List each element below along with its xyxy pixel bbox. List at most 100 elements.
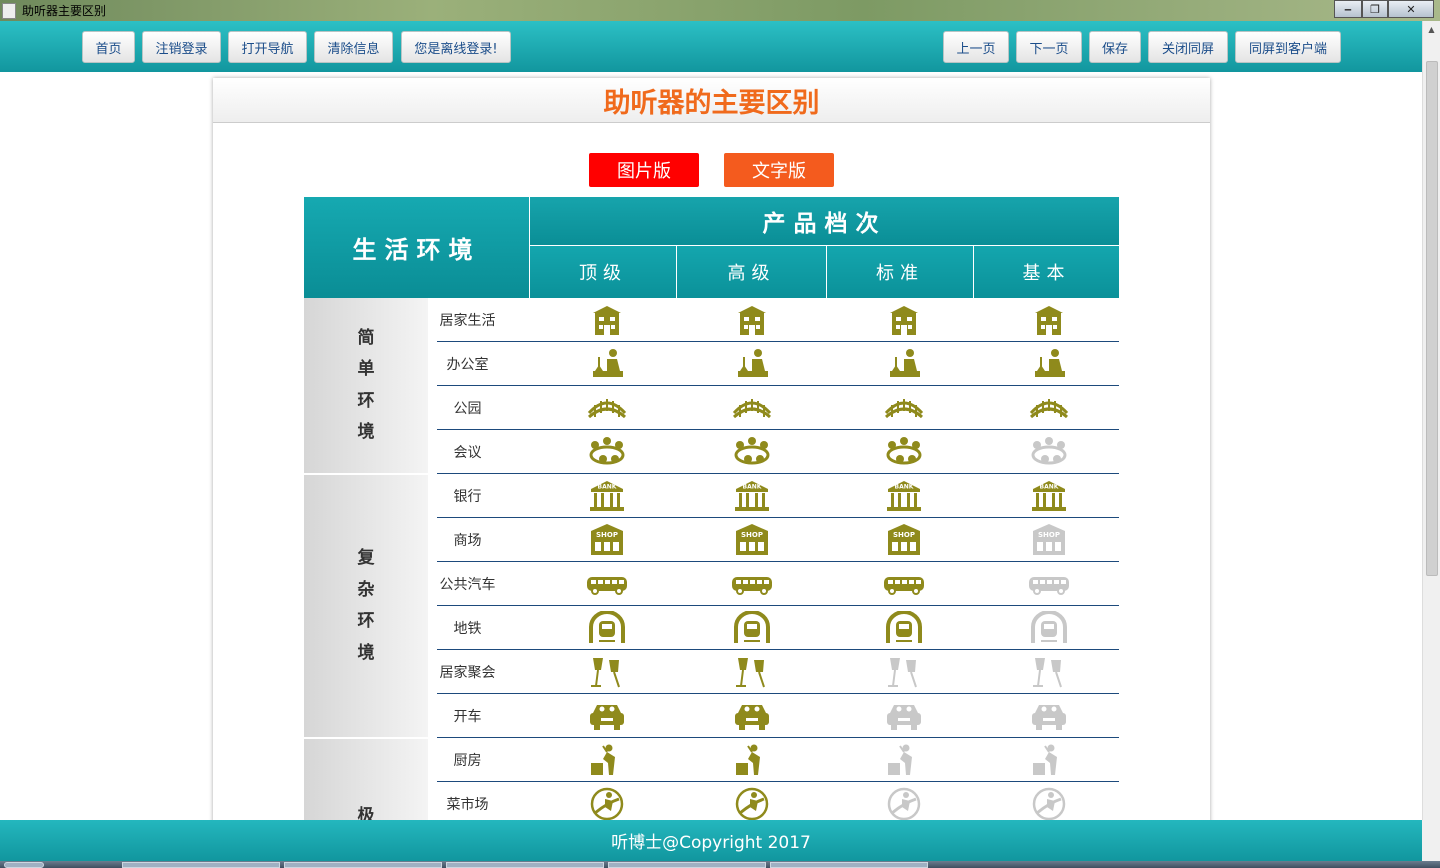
page-header: 助听器的主要区别 xyxy=(213,78,1210,123)
row-label: 居家聚会 xyxy=(439,664,496,681)
group-char: 杂 xyxy=(357,579,375,600)
close-screen-share-button[interactable]: 关闭同屏 xyxy=(1148,31,1228,63)
level-header: 基本 xyxy=(974,246,1119,298)
kitchen-icon xyxy=(583,742,631,778)
house-icon xyxy=(728,302,776,338)
header-product-level: 产品档次 xyxy=(530,197,1119,245)
group-extreme-environment: 极 xyxy=(304,739,428,820)
row-label: 会议 xyxy=(453,444,482,461)
market-icon xyxy=(583,786,631,820)
group-complex-environment: 复 杂 环 境 xyxy=(304,475,428,737)
offline-login-button[interactable]: 您是离线登录! xyxy=(401,31,511,63)
bank-icon: BANK xyxy=(728,478,776,514)
table-row: 公共汽车 xyxy=(437,562,1119,606)
party-glasses-icon xyxy=(1025,654,1073,690)
row-label: 办公室 xyxy=(446,356,489,373)
row-label: 银行 xyxy=(453,488,482,505)
table-row: 厨房 xyxy=(437,738,1119,782)
copyright-text: 听博士@Copyright 2017 xyxy=(611,833,811,853)
park-bridge-icon xyxy=(728,390,776,426)
meeting-icon xyxy=(728,434,776,470)
office-worker-icon xyxy=(1025,346,1073,382)
bank-icon: BANK xyxy=(1025,478,1073,514)
row-label: 开车 xyxy=(453,708,482,725)
office-worker-icon xyxy=(880,346,928,382)
vertical-scrollbar[interactable]: ▲ xyxy=(1422,21,1440,820)
shop-icon: SHOP xyxy=(583,522,631,558)
bank-icon: BANK xyxy=(583,478,631,514)
kitchen-icon xyxy=(728,742,776,778)
park-bridge-icon xyxy=(1025,390,1073,426)
market-icon xyxy=(880,786,928,820)
group-char: 境 xyxy=(357,422,375,442)
taskbar-item[interactable] xyxy=(770,862,928,868)
page-title: 助听器的主要区别 xyxy=(603,87,820,119)
scrollbar-bottom xyxy=(1422,820,1440,861)
meeting-icon xyxy=(583,434,631,470)
open-nav-button[interactable]: 打开导航 xyxy=(228,31,307,63)
row-label: 公园 xyxy=(453,400,482,417)
table-row: 商场 SHOP SHOP SHOP SHOP xyxy=(437,518,1119,562)
subway-icon xyxy=(880,610,928,646)
group-char: 单 xyxy=(357,359,375,379)
group-char: 复 xyxy=(357,548,375,568)
house-icon xyxy=(1025,302,1073,338)
row-label: 地铁 xyxy=(453,620,482,637)
content-panel: 助听器的主要区别 图片版 文字版 生活环境 产品档次 顶级 高级 标准 基本 简… xyxy=(213,78,1210,820)
row-label: 居家生活 xyxy=(439,312,496,329)
home-button[interactable]: 首页 xyxy=(82,31,135,63)
table-row: 办公室 xyxy=(437,342,1119,386)
taskbar-item[interactable] xyxy=(122,862,280,868)
row-label: 商场 xyxy=(453,532,482,549)
car-icon xyxy=(728,698,776,734)
bus-icon xyxy=(1025,566,1073,602)
table-row: 公园 xyxy=(437,386,1119,430)
clear-info-button[interactable]: 清除信息 xyxy=(314,31,393,63)
meeting-icon xyxy=(880,434,928,470)
footer: 听博士@Copyright 2017 xyxy=(0,820,1422,861)
share-to-client-button[interactable]: 同屏到客户端 xyxy=(1235,31,1341,63)
row-label: 公共汽车 xyxy=(439,576,496,593)
market-icon xyxy=(728,786,776,820)
logout-button[interactable]: 注销登录 xyxy=(142,31,221,63)
bank-icon: BANK xyxy=(880,478,928,514)
scroll-thumb[interactable] xyxy=(1426,61,1438,576)
app-icon xyxy=(2,2,16,19)
prev-page-button[interactable]: 上一页 xyxy=(943,31,1009,63)
level-header: 顶级 xyxy=(530,246,676,298)
group-simple-environment: 简 单 环 境 xyxy=(304,298,428,473)
window-controls: ‒ ❐ ✕ xyxy=(1334,0,1434,18)
car-icon xyxy=(880,698,928,734)
close-button[interactable]: ✕ xyxy=(1388,0,1434,18)
image-version-button[interactable]: 图片版 xyxy=(589,153,699,187)
toolbar: 首页 注销登录 打开导航 清除信息 您是离线登录! 上一页 下一页 保存 关闭同… xyxy=(0,21,1422,72)
row-label: 厨房 xyxy=(453,752,482,769)
window-title: 助听器主要区别 xyxy=(22,4,107,18)
scroll-up-icon[interactable]: ▲ xyxy=(1423,21,1440,38)
meeting-icon xyxy=(1025,434,1073,470)
window-titlebar: 助听器主要区别 ‒ ❐ ✕ xyxy=(0,0,1440,21)
maximize-button[interactable]: ❐ xyxy=(1362,0,1388,18)
office-worker-icon xyxy=(583,346,631,382)
market-icon xyxy=(1025,786,1073,820)
start-button[interactable] xyxy=(4,862,44,868)
svg-text:SHOP: SHOP xyxy=(893,531,915,539)
next-page-button[interactable]: 下一页 xyxy=(1016,31,1082,63)
table-row: 菜市场 xyxy=(437,782,1119,820)
taskbar-item[interactable] xyxy=(284,862,442,868)
text-version-button[interactable]: 文字版 xyxy=(724,153,834,187)
svg-text:SHOP: SHOP xyxy=(741,531,763,539)
party-glasses-icon xyxy=(728,654,776,690)
save-button[interactable]: 保存 xyxy=(1089,31,1141,63)
bus-icon xyxy=(880,566,928,602)
row-label: 菜市场 xyxy=(446,796,489,813)
subway-icon xyxy=(1025,610,1073,646)
party-glasses-icon xyxy=(880,654,928,690)
minimize-button[interactable]: ‒ xyxy=(1334,0,1362,18)
taskbar-item[interactable] xyxy=(608,862,766,868)
shop-icon: SHOP xyxy=(728,522,776,558)
bus-icon xyxy=(728,566,776,602)
group-char: 环 xyxy=(357,390,375,411)
park-bridge-icon xyxy=(583,390,631,426)
taskbar-item[interactable] xyxy=(446,862,604,868)
